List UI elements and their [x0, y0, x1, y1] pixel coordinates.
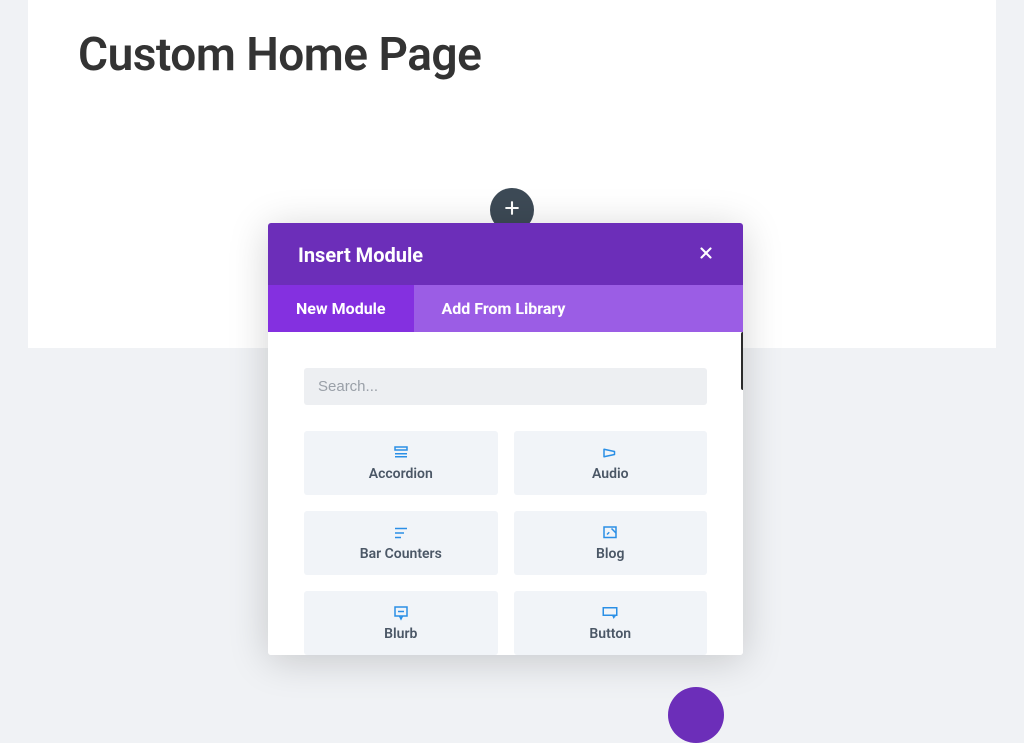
module-blurb[interactable]: Blurb [304, 591, 498, 655]
module-blog[interactable]: Blog [514, 511, 708, 575]
accordion-icon [391, 444, 411, 462]
module-audio[interactable]: Audio [514, 431, 708, 495]
modal-tabs: New Module Add From Library [268, 285, 743, 332]
bar-counters-icon [391, 524, 411, 542]
modal-header: Insert Module [268, 223, 743, 285]
button-icon [600, 604, 620, 622]
module-button[interactable]: Button [514, 591, 708, 655]
module-accordion[interactable]: Accordion [304, 431, 498, 495]
blog-icon [600, 524, 620, 542]
plus-icon [502, 198, 522, 222]
module-label: Accordion [369, 466, 433, 482]
module-bar-counters[interactable]: Bar Counters [304, 511, 498, 575]
insert-module-modal: Insert Module New Module Add From Librar… [268, 223, 743, 655]
close-icon [697, 244, 715, 266]
modal-body: Accordion Audio Bar Counters Blog [268, 332, 743, 655]
page-title: Custom Home Page [78, 28, 946, 82]
module-label: Blurb [384, 626, 417, 642]
tab-add-from-library[interactable]: Add From Library [414, 285, 594, 332]
module-label: Audio [592, 466, 629, 482]
close-button[interactable] [695, 244, 717, 266]
modal-title: Insert Module [298, 243, 423, 267]
audio-icon [600, 444, 620, 462]
blurb-icon [391, 604, 411, 622]
module-label: Bar Counters [360, 546, 442, 562]
tab-new-module[interactable]: New Module [268, 285, 414, 332]
floating-action-button[interactable] [668, 687, 724, 743]
search-input[interactable] [304, 368, 707, 405]
scrollbar[interactable] [741, 332, 743, 390]
module-grid: Accordion Audio Bar Counters Blog [304, 431, 707, 655]
module-label: Blog [596, 546, 624, 562]
module-label: Button [589, 626, 631, 642]
